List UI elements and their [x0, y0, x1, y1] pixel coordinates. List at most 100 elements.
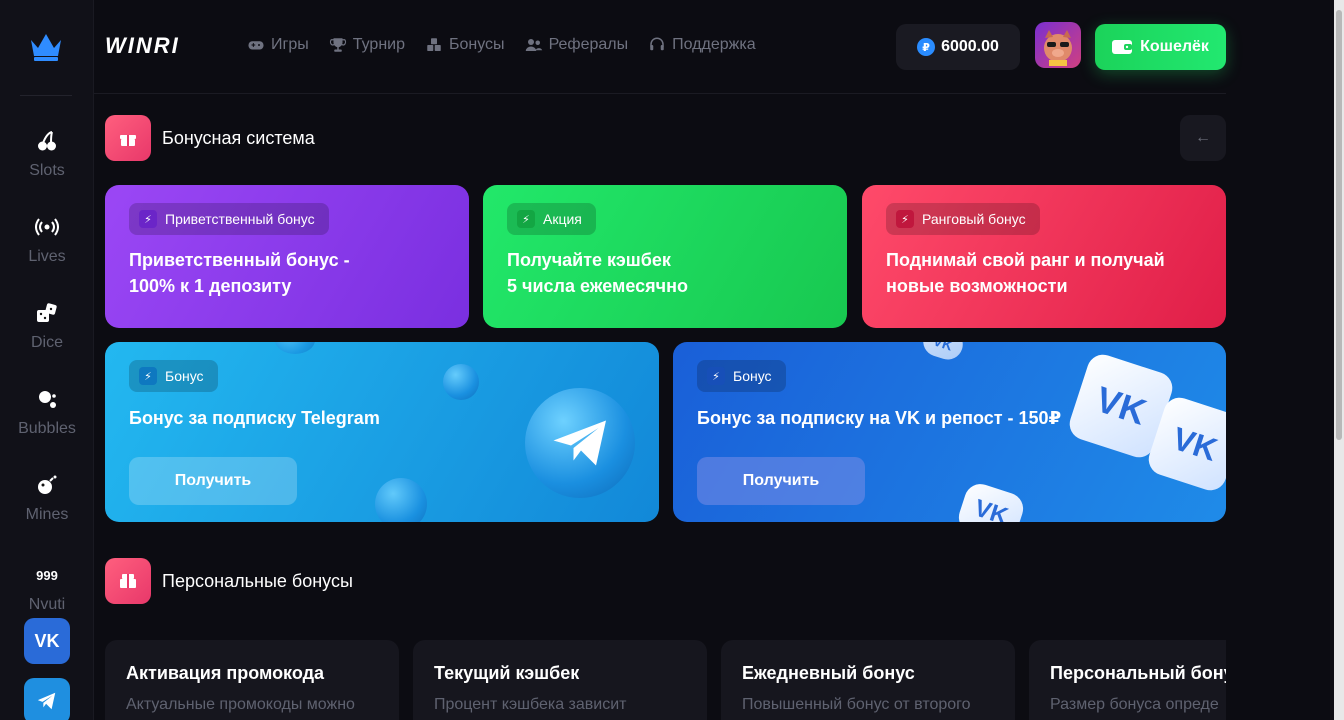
card-description: Актуальные промокоды можно: [126, 696, 355, 713]
avatar[interactable]: [1035, 22, 1081, 68]
lightning-icon: ⚡: [896, 210, 914, 228]
back-button[interactable]: ←: [1180, 115, 1226, 161]
nav-item-bonuses[interactable]: Бонусы: [425, 36, 505, 54]
nav-item-games[interactable]: Игры: [247, 36, 309, 54]
header-divider: [94, 93, 1226, 94]
wallet-icon: [1112, 40, 1133, 54]
card-tag: ⚡ Ранговый бонус: [886, 203, 1040, 235]
nav-label: Рефералы: [548, 36, 629, 53]
telegram-decor-icon: [443, 364, 479, 400]
card-title: Активация промокода: [126, 663, 325, 683]
sidebar-item-label: Slots: [29, 162, 65, 179]
welcome-bonus-card[interactable]: ⚡ Приветственный бонус Приветственный бо…: [105, 185, 469, 328]
boxes-icon: [427, 38, 441, 51]
card-description: Размер бонуса опреде: [1050, 696, 1219, 713]
sidebar-item-dice[interactable]: Dice: [0, 300, 94, 370]
card-tag-label: Ранговый бонус: [922, 211, 1026, 227]
nav-label: Бонусы: [449, 36, 505, 53]
sidebar-item-lives[interactable]: Lives: [0, 214, 94, 284]
card-line-2: 100% к 1 депозиту: [129, 276, 292, 296]
promo-code-card[interactable]: Активация промокода Актуальные промокоды…: [105, 640, 399, 720]
get-vk-bonus-button[interactable]: Получить: [697, 457, 865, 505]
daily-bonus-card[interactable]: Ежедневный бонус Повышенный бонус от вто…: [721, 640, 1015, 720]
card-title: Текущий кэшбек: [434, 663, 580, 683]
sidebar-item-bubbles[interactable]: Bubbles: [0, 386, 94, 456]
pig-avatar-icon: [1044, 30, 1072, 66]
sidebar-item-mines[interactable]: Mines: [0, 472, 94, 542]
vk-social-button[interactable]: VK: [24, 618, 70, 664]
section-title-personal-bonuses: Персональные бонусы: [162, 571, 353, 591]
telegram-decor-icon: [375, 478, 427, 522]
lightning-icon: ⚡: [517, 210, 535, 228]
get-telegram-bonus-button[interactable]: Получить: [129, 457, 297, 505]
arrow-left-icon: ←: [1195, 129, 1211, 146]
nav-label: Поддержка: [672, 36, 756, 53]
headset-icon: [650, 37, 664, 51]
sidebar: Slots Lives Dice Bubbles Mines 999 Nvuti…: [0, 0, 94, 720]
gamepad-icon: [248, 41, 264, 50]
nav-label: Игры: [271, 36, 309, 53]
bomb-icon: [34, 472, 60, 498]
card-tag: ⚡ Приветственный бонус: [129, 203, 329, 235]
telegram-plane-icon: [553, 420, 606, 466]
sidebar-item-label: Lives: [28, 248, 66, 265]
crown-logo-icon[interactable]: [29, 30, 63, 62]
nvuti-999-icon: 999: [36, 567, 58, 583]
card-title: Персональный бонус: [1050, 663, 1226, 683]
cashback-promo-card[interactable]: ⚡ Акция Получайте кэшбек 5 числа ежемеся…: [483, 185, 847, 328]
sidebar-item-label: Dice: [30, 334, 63, 351]
telegram-bonus-card[interactable]: ⚡ Бонус Бонус за подписку Telegram Получ…: [105, 342, 659, 522]
card-title: Бонус за подписку на VK и репост - 150₽: [697, 408, 1062, 428]
nav-item-tournament[interactable]: Турнир: [329, 36, 405, 54]
vk-decor-icon: VK: [954, 479, 1028, 522]
card-description: Процент кэшбека зависит: [434, 696, 627, 713]
card-tag: ⚡ Акция: [507, 203, 596, 235]
broadcast-icon: [34, 214, 60, 240]
card-tag-label: Акция: [543, 211, 582, 227]
card-line-2: 5 числа ежемесячно: [507, 276, 688, 296]
card-text: Поднимай свой ранг и получай новые возмо…: [886, 247, 1165, 299]
sidebar-item-label: Mines: [25, 506, 69, 523]
page-scrollbar[interactable]: [1334, 0, 1344, 720]
nav-label: Турнир: [352, 36, 405, 53]
balance-display[interactable]: ₽ 6000.00: [896, 24, 1020, 70]
bubbles-icon: [34, 386, 60, 412]
card-tag-label: Приветственный бонус: [165, 211, 315, 227]
vk-decor-icon: VK: [919, 342, 967, 364]
section-title-bonus-system: Бонусная система: [162, 128, 315, 148]
dice-icon: [34, 300, 60, 326]
gift-section-icon: [105, 115, 151, 161]
vk-bonus-card[interactable]: VK VK VK VK ⚡ Бонус Бонус за подписку на…: [673, 342, 1226, 522]
vk-icon: VK: [34, 630, 60, 651]
lightning-icon: ⚡: [139, 210, 157, 228]
rank-bonus-card[interactable]: ⚡ Ранговый бонус Поднимай свой ранг и по…: [862, 185, 1226, 328]
wallet-button[interactable]: Кошелёк: [1095, 24, 1226, 70]
card-tag: ⚡ Бонус: [697, 360, 786, 392]
card-text: Приветственный бонус - 100% к 1 депозиту: [129, 247, 350, 299]
lightning-icon: ⚡: [139, 367, 157, 385]
card-title: Бонус за подписку Telegram: [129, 408, 380, 428]
cherries-icon: [34, 128, 60, 154]
wallet-label: Кошелёк: [1140, 38, 1209, 55]
trophy-icon: [329, 38, 346, 52]
sidebar-item-label: Nvuti: [28, 596, 66, 613]
ruble-coin-icon: ₽: [917, 38, 936, 56]
card-line-1: Получайте кэшбек: [507, 250, 671, 270]
brand-logo[interactable]: WINRI: [105, 33, 180, 59]
personal-bonus-card[interactable]: Персональный бонус Размер бонуса опреде: [1029, 640, 1226, 720]
card-text: Получайте кэшбек 5 числа ежемесячно: [507, 247, 688, 299]
card-title: Ежедневный бонус: [742, 663, 915, 683]
sidebar-item-slots[interactable]: Slots: [0, 128, 94, 198]
nav-item-support[interactable]: Поддержка: [648, 36, 756, 54]
sidebar-divider: [20, 95, 72, 96]
main-nav: Игры Турнир Бонусы Рефералы Поддержка: [247, 36, 756, 54]
card-line-2: новые возможности: [886, 276, 1068, 296]
cashback-card[interactable]: Текущий кэшбек Процент кэшбека зависит: [413, 640, 707, 720]
sidebar-item-label: Bubbles: [18, 420, 76, 437]
scrollbar-thumb[interactable]: [1336, 10, 1342, 440]
nav-item-referrals[interactable]: Рефералы: [525, 36, 629, 54]
card-line-1: Приветственный бонус -: [129, 250, 350, 270]
telegram-social-button[interactable]: [24, 678, 70, 720]
card-tag: ⚡ Бонус: [129, 360, 218, 392]
lightning-icon: ⚡: [707, 367, 725, 385]
